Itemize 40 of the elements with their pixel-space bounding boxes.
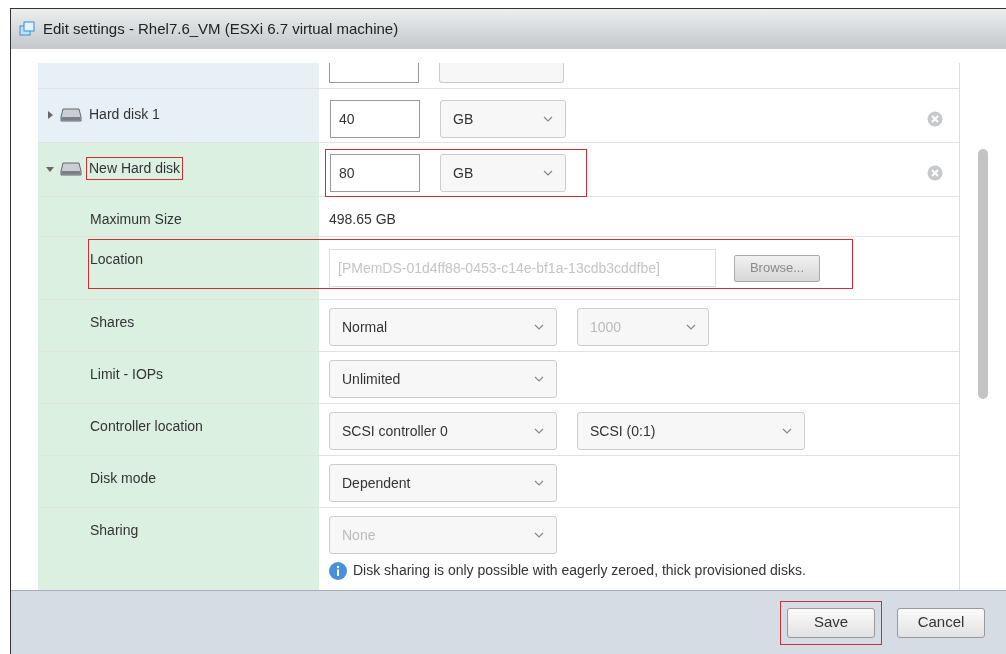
dialog-button[interactable]: Cancel bbox=[897, 607, 985, 638]
dropdown[interactable]: Normal bbox=[329, 308, 557, 346]
chevron-down-icon bbox=[534, 532, 544, 538]
setting-label: Controller location bbox=[90, 418, 203, 434]
device-label: New Hard disk bbox=[86, 157, 184, 180]
scrollbar-thumb[interactable] bbox=[978, 149, 988, 399]
dropdown[interactable]: Unlimited bbox=[329, 360, 557, 398]
setting-label: Limit - IOPs bbox=[90, 366, 164, 382]
setting-label: Disk mode bbox=[90, 470, 157, 486]
chevron-down-icon bbox=[534, 376, 544, 382]
chevron-down-icon bbox=[534, 428, 544, 434]
chevron-down-icon bbox=[543, 170, 553, 176]
dropdown[interactable]: SCSI (0:1) bbox=[577, 412, 805, 450]
window-title: Edit settings - Rhel7.6_VM (ESXi 6.7 virtual machine) bbox=[43, 18, 399, 39]
setting-label: Shares bbox=[90, 314, 135, 330]
dropdown[interactable]: GB bbox=[440, 154, 566, 192]
dialog-button[interactable]: Save bbox=[787, 607, 875, 638]
dropdown[interactable]: SCSI controller 0 bbox=[329, 412, 557, 450]
input-field[interactable]: 40 bbox=[330, 100, 420, 138]
setting-label: Location bbox=[90, 251, 143, 267]
setting-value: 498.65 GB bbox=[329, 210, 396, 229]
info-note: Disk sharing is only possible with eagerly zeroed, thick provisioned disks. bbox=[353, 561, 806, 580]
remove-icon[interactable] bbox=[927, 165, 944, 181]
chevron-down-icon bbox=[534, 480, 544, 486]
input-field[interactable] bbox=[329, 63, 419, 83]
info-icon bbox=[329, 561, 347, 580]
dropdown[interactable]: GB bbox=[440, 100, 566, 138]
collapse-arrow-icon[interactable] bbox=[46, 164, 56, 173]
dropdown[interactable] bbox=[439, 63, 564, 83]
chevron-down-icon bbox=[782, 428, 792, 434]
remove-icon[interactable] bbox=[927, 111, 944, 127]
chevron-down-icon bbox=[543, 116, 553, 122]
dropdown[interactable]: Dependent bbox=[329, 464, 557, 502]
device-label: Hard disk 1 bbox=[88, 105, 161, 124]
input-field[interactable]: 80 bbox=[330, 154, 420, 192]
setting-label: Maximum Size bbox=[90, 211, 182, 227]
setting-label: Sharing bbox=[90, 522, 139, 538]
window-icon bbox=[19, 21, 35, 37]
chevron-down-icon bbox=[534, 324, 544, 330]
chevron-down-icon bbox=[686, 324, 696, 330]
